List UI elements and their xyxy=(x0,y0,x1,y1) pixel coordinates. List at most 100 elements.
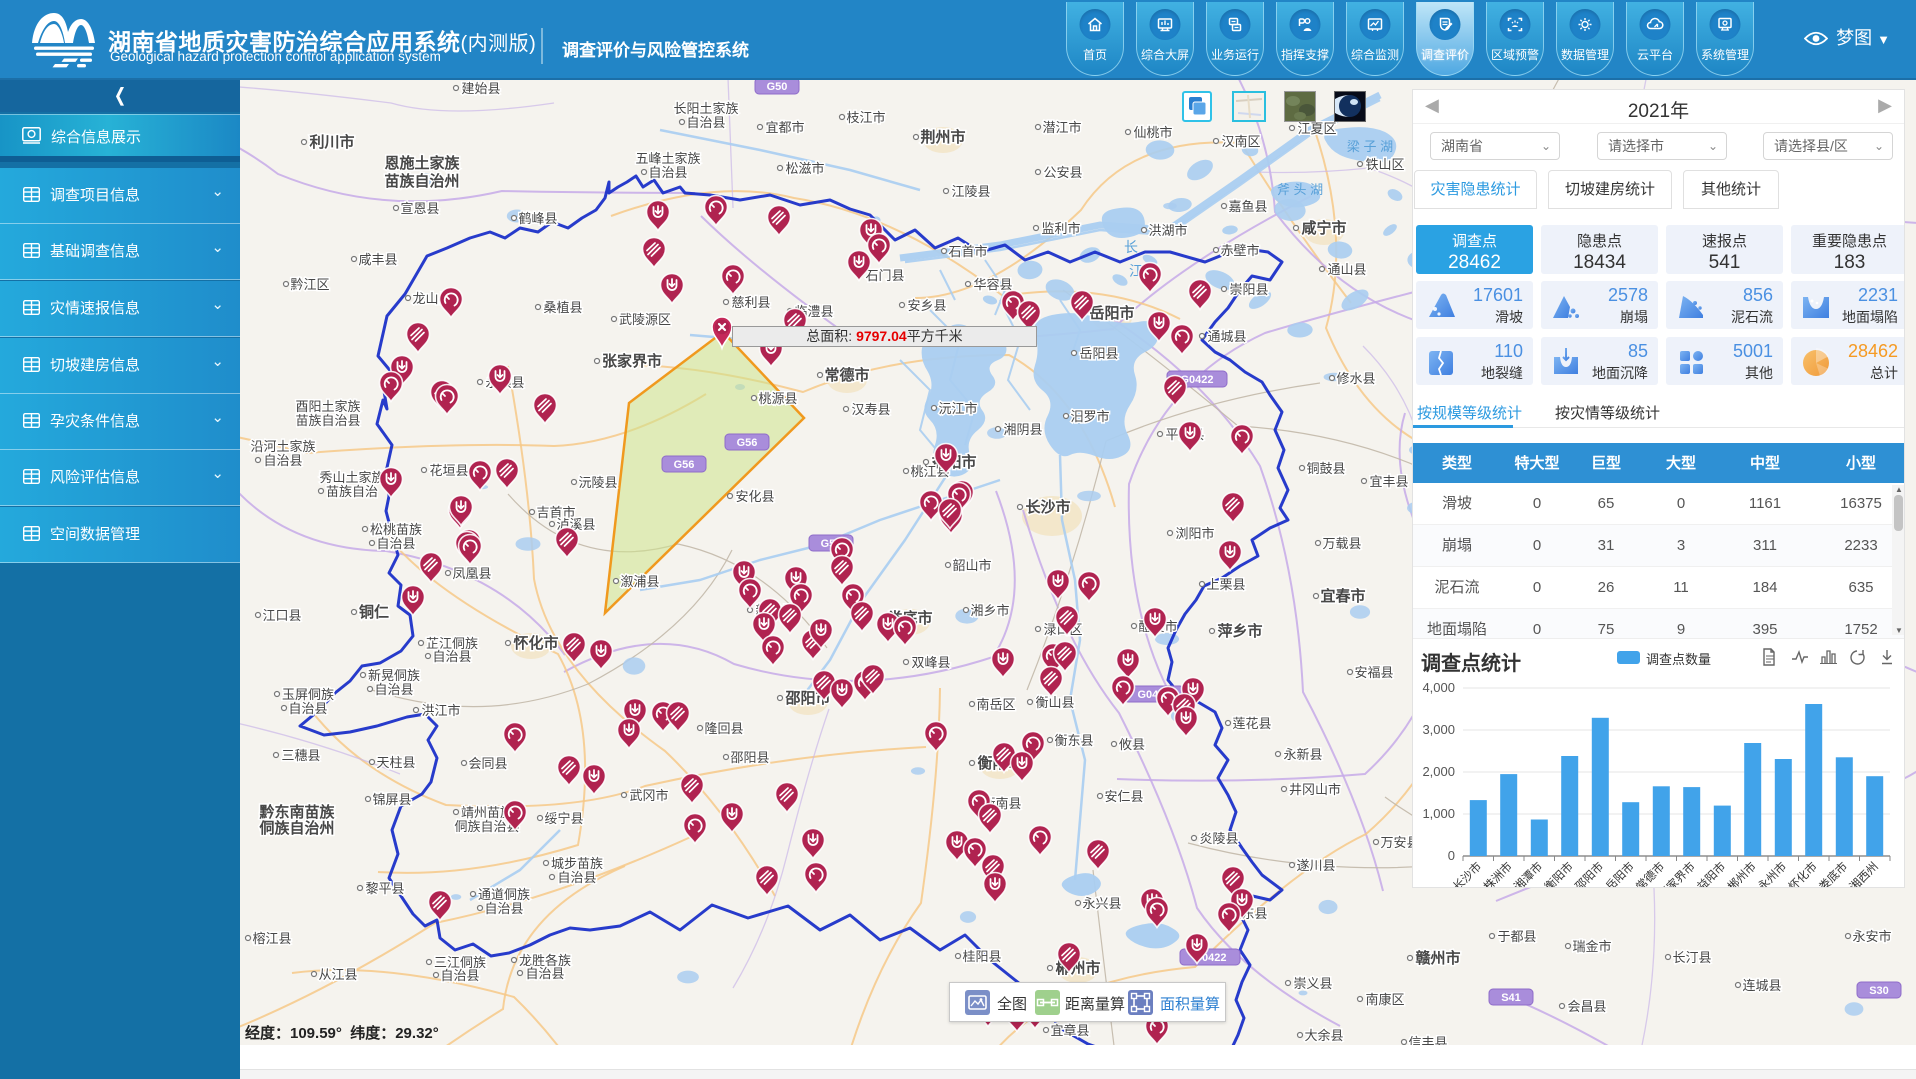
svg-text:会同县: 会同县 xyxy=(468,756,507,771)
svg-text:鹤峰县: 鹤峰县 xyxy=(518,211,557,226)
svg-text:S30: S30 xyxy=(1869,985,1889,997)
svg-text:梁 子 湖: 梁 子 湖 xyxy=(1347,139,1393,154)
svg-text:嘉鱼县: 嘉鱼县 xyxy=(1228,199,1267,214)
svg-text:自治县: 自治县 xyxy=(686,115,725,130)
svg-text:萍乡市: 萍乡市 xyxy=(1217,622,1262,640)
svg-text:连城县: 连城县 xyxy=(1742,978,1781,993)
svg-text:洪湖市: 洪湖市 xyxy=(1148,223,1187,238)
svg-text:自治县: 自治县 xyxy=(525,966,564,981)
svg-text:隆回县: 隆回县 xyxy=(704,721,743,736)
svg-text:G56: G56 xyxy=(674,459,695,471)
svg-text:恩施土家族: 恩施土家族 xyxy=(384,154,460,172)
svg-text:汨罗市: 汨罗市 xyxy=(1070,409,1109,424)
svg-text:黔江区: 黔江区 xyxy=(290,277,329,292)
svg-text:上栗县: 上栗县 xyxy=(1206,577,1245,592)
svg-text:炎陵县: 炎陵县 xyxy=(1199,831,1238,846)
svg-text:绥宁县: 绥宁县 xyxy=(544,811,583,826)
svg-text:仙桃市: 仙桃市 xyxy=(1133,125,1172,140)
svg-text:凤凰县: 凤凰县 xyxy=(452,566,491,581)
svg-text:宜春市: 宜春市 xyxy=(1320,587,1365,605)
svg-text:公安县: 公安县 xyxy=(1043,165,1082,180)
svg-text:安化县: 安化县 xyxy=(735,489,774,504)
svg-text:铜仁: 铜仁 xyxy=(359,603,389,621)
svg-text:3,000: 3,000 xyxy=(1422,722,1455,737)
svg-text:于都县: 于都县 xyxy=(1497,929,1536,944)
svg-text:万载县: 万载县 xyxy=(1322,536,1361,551)
svg-text:韶山市: 韶山市 xyxy=(952,558,991,573)
svg-text:井冈山市: 井冈山市 xyxy=(1289,782,1341,797)
svg-text:衡东县: 衡东县 xyxy=(1054,733,1093,748)
svg-text:瑞金市: 瑞金市 xyxy=(1572,939,1611,954)
svg-text:咸宁市: 咸宁市 xyxy=(1301,219,1346,237)
svg-text:苗族自治县: 苗族自治县 xyxy=(295,413,360,428)
svg-text:怀化市: 怀化市 xyxy=(513,634,558,652)
svg-text:G50: G50 xyxy=(767,81,788,93)
svg-text:长沙市: 长沙市 xyxy=(1025,498,1070,516)
svg-text:自治县: 自治县 xyxy=(557,870,596,885)
svg-text:沅陵县: 沅陵县 xyxy=(578,475,617,490)
svg-text:会昌县: 会昌县 xyxy=(1567,999,1606,1014)
svg-text:自治县: 自治县 xyxy=(263,453,302,468)
svg-text:娄底市: 娄底市 xyxy=(1816,859,1850,888)
svg-text:沅江市: 沅江市 xyxy=(938,401,977,416)
svg-text:崇阳县: 崇阳县 xyxy=(1229,282,1268,297)
svg-text:常德市: 常德市 xyxy=(824,366,869,384)
svg-text:攸县: 攸县 xyxy=(1119,737,1145,752)
svg-text:双峰县: 双峰县 xyxy=(911,655,950,670)
svg-text:长阳土家族: 长阳土家族 xyxy=(673,101,738,116)
svg-text:自治县: 自治县 xyxy=(376,536,415,551)
svg-text:玉屏侗族: 玉屏侗族 xyxy=(282,687,334,702)
svg-text:自治县: 自治县 xyxy=(648,165,687,180)
svg-text:湘乡市: 湘乡市 xyxy=(970,603,1009,618)
svg-text:大余县: 大余县 xyxy=(1304,1028,1343,1043)
svg-text:铜鼓县: 铜鼓县 xyxy=(1306,461,1345,476)
svg-text:利川市: 利川市 xyxy=(309,133,354,151)
svg-text:赣州市: 赣州市 xyxy=(1415,949,1460,967)
svg-text:自治县: 自治县 xyxy=(288,701,327,716)
svg-text:南岳区: 南岳区 xyxy=(976,697,1015,712)
svg-text:岳阳县: 岳阳县 xyxy=(1079,346,1118,361)
svg-text:花垣县: 花垣县 xyxy=(429,463,468,478)
svg-text:G56: G56 xyxy=(737,437,758,449)
svg-text:天柱县: 天柱县 xyxy=(376,755,415,770)
svg-text:衡阳市: 衡阳市 xyxy=(1542,859,1576,888)
svg-text:榕江县: 榕江县 xyxy=(252,931,291,946)
svg-text:益阳市: 益阳市 xyxy=(1694,859,1728,888)
svg-text:桑植县: 桑植县 xyxy=(543,300,582,315)
svg-text:石门县: 石门县 xyxy=(865,268,904,283)
svg-text:武陵源区: 武陵源区 xyxy=(619,312,671,327)
svg-text:从江县: 从江县 xyxy=(318,967,357,982)
svg-text:江陵县: 江陵县 xyxy=(951,184,990,199)
svg-text:苗族自治: 苗族自治 xyxy=(326,484,378,499)
svg-text:江口县: 江口县 xyxy=(262,608,301,623)
svg-text:湘西州: 湘西州 xyxy=(1847,859,1881,888)
svg-text:松滋市: 松滋市 xyxy=(785,161,824,176)
svg-text:湘阴县: 湘阴县 xyxy=(1003,422,1042,437)
svg-text:4,000: 4,000 xyxy=(1422,680,1455,695)
svg-text:侗族自治州: 侗族自治州 xyxy=(258,819,334,837)
svg-text:永新县: 永新县 xyxy=(1283,747,1322,762)
svg-text:永安市: 永安市 xyxy=(1852,929,1891,944)
svg-text:桃源县: 桃源县 xyxy=(758,391,797,406)
svg-text:邵阳市: 邵阳市 xyxy=(1572,859,1606,888)
svg-text:南康区: 南康区 xyxy=(1365,992,1404,1007)
svg-text:城步苗族: 城步苗族 xyxy=(551,856,603,871)
svg-text:崇义县: 崇义县 xyxy=(1293,976,1332,991)
svg-text:斧 头 湖: 斧 头 湖 xyxy=(1277,182,1323,197)
svg-text:桂阳县: 桂阳县 xyxy=(962,949,1001,964)
svg-text:长沙市: 长沙市 xyxy=(1450,859,1484,888)
svg-text:武冈市: 武冈市 xyxy=(629,788,668,803)
svg-text:咸丰县: 咸丰县 xyxy=(358,252,397,267)
svg-text:2,000: 2,000 xyxy=(1422,764,1455,779)
svg-text:松桃苗族: 松桃苗族 xyxy=(370,522,422,537)
svg-text:怀化市: 怀化市 xyxy=(1786,859,1820,888)
svg-text:江夏区: 江夏区 xyxy=(1297,121,1336,136)
svg-text:郴州市: 郴州市 xyxy=(1725,859,1759,888)
svg-text:宣恩县: 宣恩县 xyxy=(400,201,439,216)
svg-text:沿河土家族: 沿河土家族 xyxy=(250,439,315,454)
svg-text:宜章县: 宜章县 xyxy=(1050,1023,1089,1038)
svg-text:荆州市: 荆州市 xyxy=(920,128,965,146)
svg-text:新晃侗族: 新晃侗族 xyxy=(368,668,420,683)
svg-text:常德市: 常德市 xyxy=(1633,859,1667,888)
svg-text:枝江市: 枝江市 xyxy=(846,110,885,125)
